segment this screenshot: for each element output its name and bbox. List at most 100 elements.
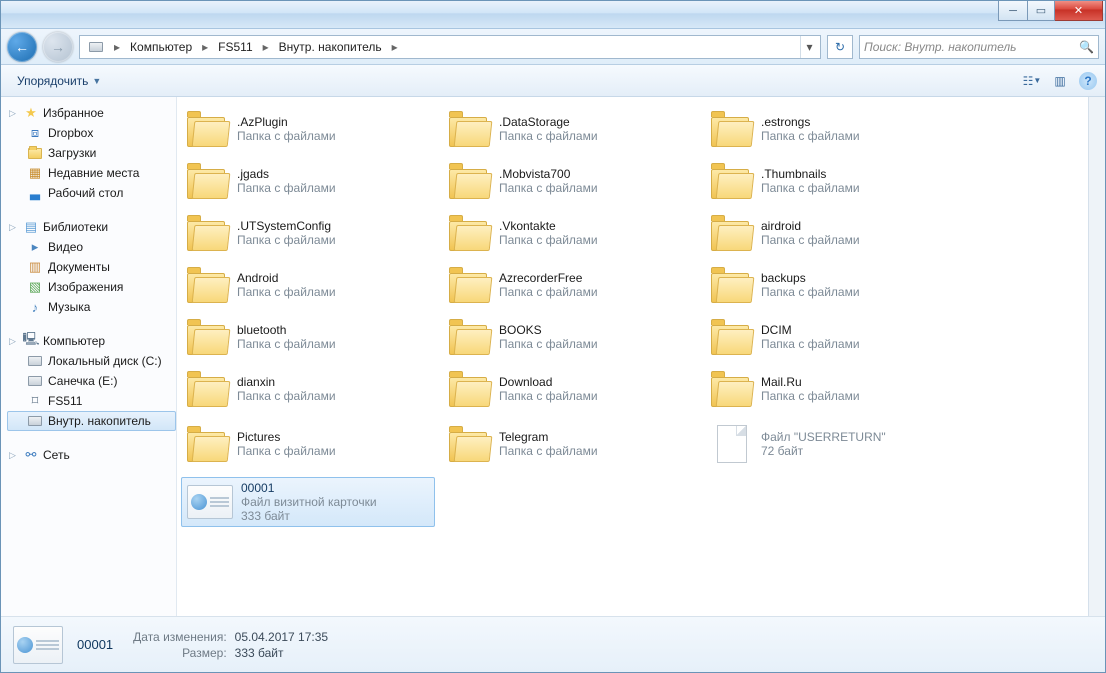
folder-icon xyxy=(187,371,229,407)
maximize-button[interactable]: ▭ xyxy=(1028,1,1055,21)
refresh-button[interactable]: ↻ xyxy=(827,35,853,59)
organize-button[interactable]: Упорядочить▼ xyxy=(9,70,109,92)
search-input[interactable]: Поиск: Внутр. накопитель 🔍 xyxy=(859,35,1099,59)
details-date-value: 05.04.2017 17:35 xyxy=(235,630,328,644)
chevron-right-icon[interactable]: ▸ xyxy=(110,40,124,54)
breadcrumb-internal[interactable]: Внутр. накопитель xyxy=(273,36,388,58)
sidebar-item-desktop[interactable]: ▃Рабочий стол xyxy=(7,183,176,203)
forward-button[interactable]: → xyxy=(43,32,73,62)
downloads-icon xyxy=(27,145,43,161)
folder-icon xyxy=(449,163,491,199)
sidebar-computer[interactable]: ▷🖳Компьютер xyxy=(7,331,176,351)
sidebar-item-fs511[interactable]: ⌑FS511 xyxy=(7,391,176,411)
folder-item[interactable]: BOOKSПапка с файлами xyxy=(443,315,697,359)
search-icon[interactable]: 🔍 xyxy=(1079,40,1094,54)
details-size-label: Размер: xyxy=(133,646,227,660)
address-bar[interactable]: ▸ Компьютер ▸ FS511 ▸ Внутр. накопитель … xyxy=(79,35,821,59)
folder-item[interactable]: .ThumbnailsПапка с файлами xyxy=(705,159,959,203)
folder-item[interactable]: .jgadsПапка с файлами xyxy=(181,159,435,203)
preview-pane-button[interactable]: ▥ xyxy=(1051,72,1069,90)
explorer-window: ─ ▭ ✕ ← → ▸ Компьютер ▸ FS511 ▸ Внутр. н… xyxy=(0,0,1106,673)
sidebar-item-video[interactable]: ▸Видео xyxy=(7,237,176,257)
folder-icon xyxy=(187,215,229,251)
chevron-right-icon[interactable]: ▸ xyxy=(388,40,402,54)
sidebar-item-music[interactable]: ♪Музыка xyxy=(7,297,176,317)
breadcrumb-computer[interactable]: Компьютер xyxy=(124,36,198,58)
video-icon: ▸ xyxy=(27,239,43,255)
folder-item[interactable]: TelegramПапка с файлами xyxy=(443,419,697,469)
sidebar-item-pictures[interactable]: ▧Изображения xyxy=(7,277,176,297)
chevron-right-icon[interactable]: ▸ xyxy=(198,40,212,54)
file-item-selected[interactable]: 00001Файл визитной карточки333 байт xyxy=(181,477,435,527)
file-item[interactable]: Файл "USERRETURN"72 байт xyxy=(705,419,959,469)
folder-item[interactable]: airdroidПапка с файлами xyxy=(705,211,959,255)
folder-item[interactable]: PicturesПапка с файлами xyxy=(181,419,435,469)
sidebar-item-downloads[interactable]: Загрузки xyxy=(7,143,176,163)
folder-item[interactable]: AndroidПапка с файлами xyxy=(181,263,435,307)
help-button[interactable]: ? xyxy=(1079,72,1097,90)
folder-icon xyxy=(711,319,753,355)
folder-icon xyxy=(711,371,753,407)
documents-icon: ▥ xyxy=(27,259,43,275)
folder-item[interactable]: .Mobvista700Папка с файлами xyxy=(443,159,697,203)
folder-icon xyxy=(711,111,753,147)
details-name: 00001 xyxy=(77,637,113,652)
folder-icon xyxy=(187,163,229,199)
folder-item[interactable]: bluetoothПапка с файлами xyxy=(181,315,435,359)
details-size-value: 333 байт xyxy=(235,646,328,660)
minimize-button[interactable]: ─ xyxy=(998,1,1028,21)
drive-icon xyxy=(89,42,103,52)
folder-item[interactable]: .estrongsПапка с файлами xyxy=(705,107,959,151)
folder-icon xyxy=(187,319,229,355)
details-date-label: Дата изменения: xyxy=(133,630,227,644)
details-pane: 00001 Дата изменения: 05.04.2017 17:35 Р… xyxy=(1,616,1105,672)
sidebar-item-dropbox[interactable]: ⧈Dropbox xyxy=(7,123,176,143)
folder-icon xyxy=(711,267,753,303)
sidebar-item-recent[interactable]: ▦Недавние места xyxy=(7,163,176,183)
folder-icon xyxy=(449,426,491,462)
network-icon: ⚯ xyxy=(23,447,39,463)
pictures-icon: ▧ xyxy=(27,279,43,295)
vcard-icon xyxy=(187,485,233,519)
vcard-icon xyxy=(13,626,63,664)
folder-item[interactable]: .VkontakteПапка с файлами xyxy=(443,211,697,255)
file-icon xyxy=(711,423,753,465)
folder-item[interactable]: dianxinПапка с файлами xyxy=(181,367,435,411)
folder-item[interactable]: DCIMПапка с файлами xyxy=(705,315,959,359)
scrollbar[interactable] xyxy=(1088,97,1105,616)
folder-item[interactable]: DownloadПапка с файлами xyxy=(443,367,697,411)
titlebar[interactable]: ─ ▭ ✕ xyxy=(1,1,1105,29)
close-button[interactable]: ✕ xyxy=(1055,1,1103,21)
folder-item[interactable]: .UTSystemConfigПапка с файлами xyxy=(181,211,435,255)
sidebar-libraries[interactable]: ▷▤Библиотеки xyxy=(7,217,176,237)
folder-item[interactable]: .DataStorageПапка с файлами xyxy=(443,107,697,151)
desktop-icon: ▃ xyxy=(27,185,43,201)
sidebar-favorites[interactable]: ▷★Избранное xyxy=(7,103,176,123)
recent-icon: ▦ xyxy=(27,165,43,181)
folder-icon xyxy=(449,111,491,147)
chevron-right-icon[interactable]: ▸ xyxy=(259,40,273,54)
breadcrumb-fs511[interactable]: FS511 xyxy=(212,36,258,58)
folder-icon xyxy=(449,215,491,251)
folder-item[interactable]: AzrecorderFreeПапка с файлами xyxy=(443,263,697,307)
folder-icon xyxy=(187,111,229,147)
address-dropdown[interactable]: ▾ xyxy=(800,36,818,58)
folder-item[interactable]: .AzPluginПапка с файлами xyxy=(181,107,435,151)
folder-item[interactable]: backupsПапка с файлами xyxy=(705,263,959,307)
nav-bar: ← → ▸ Компьютер ▸ FS511 ▸ Внутр. накопит… xyxy=(1,29,1105,65)
computer-icon: 🖳 xyxy=(23,333,39,349)
file-list[interactable]: .AzPluginПапка с файлами .DataStorageПап… xyxy=(177,97,1088,616)
drive-icon xyxy=(28,416,42,426)
sidebar-network[interactable]: ▷⚯Сеть xyxy=(7,445,176,465)
sidebar-item-internal-storage[interactable]: Внутр. накопитель xyxy=(7,411,176,431)
view-options-button[interactable]: ☷ ▼ xyxy=(1023,72,1041,90)
folder-item[interactable]: Mail.RuПапка с файлами xyxy=(705,367,959,411)
sidebar-item-drive-e[interactable]: Санечка (E:) xyxy=(7,371,176,391)
sidebar-item-documents[interactable]: ▥Документы xyxy=(7,257,176,277)
toolbar: Упорядочить▼ ☷ ▼ ▥ ? xyxy=(1,65,1105,97)
back-button[interactable]: ← xyxy=(7,32,37,62)
dropbox-icon: ⧈ xyxy=(27,125,43,141)
sidebar-item-local-c[interactable]: Локальный диск (C:) xyxy=(7,351,176,371)
folder-icon xyxy=(187,426,229,462)
star-icon: ★ xyxy=(23,105,39,121)
